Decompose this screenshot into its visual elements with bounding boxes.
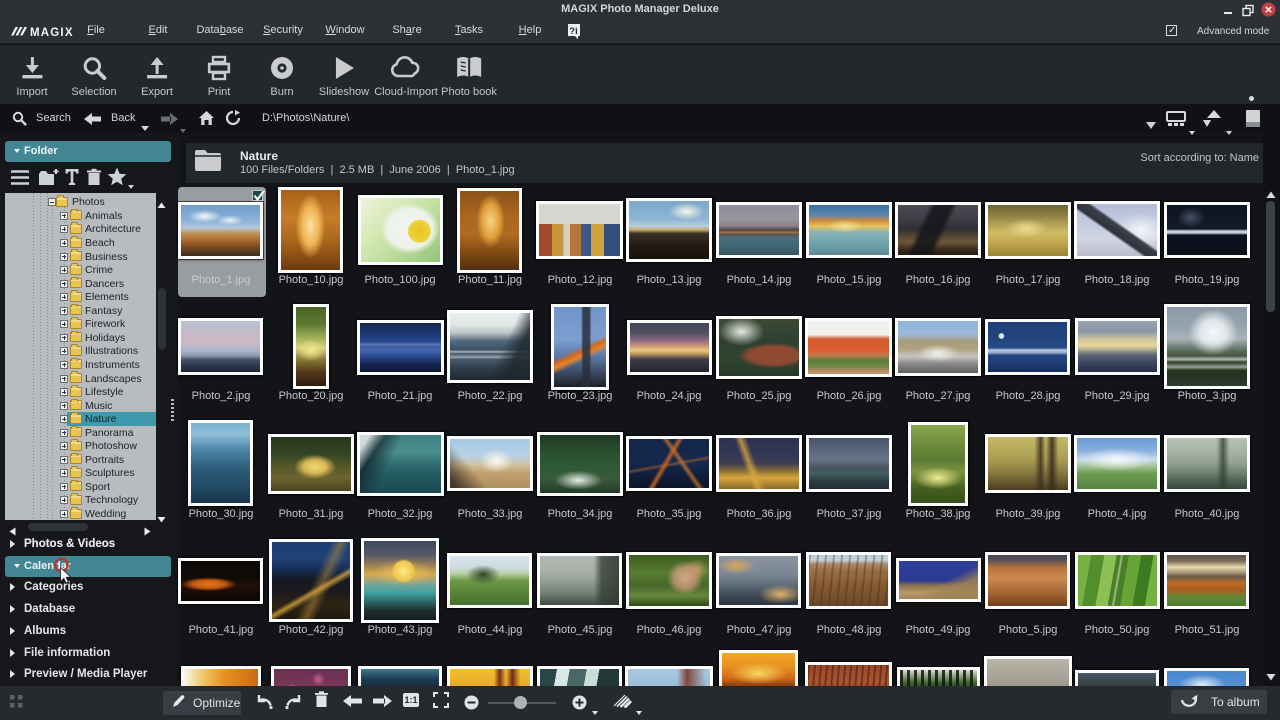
svg-text:?i: ?i bbox=[569, 26, 577, 37]
svg-text:MAGIX: MAGIX bbox=[30, 27, 74, 39]
